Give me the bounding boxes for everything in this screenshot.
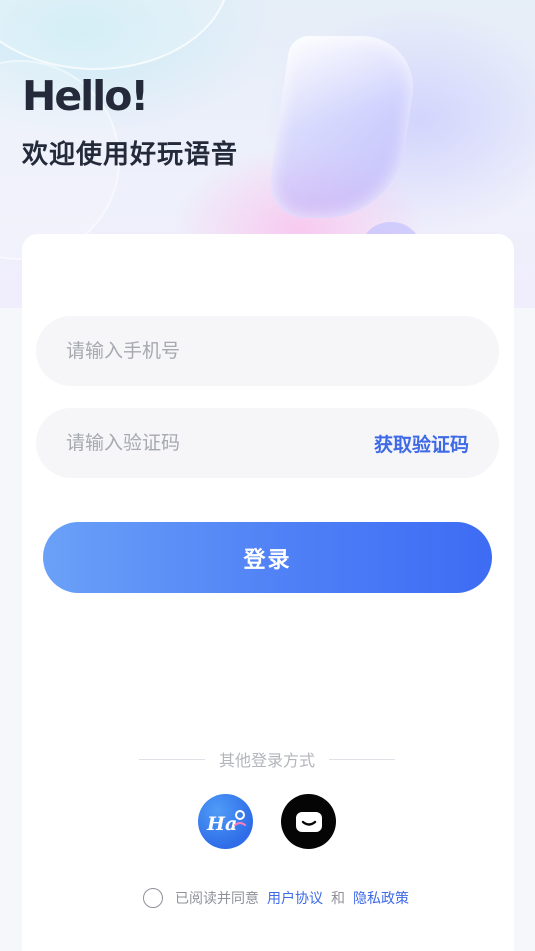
message-login-button[interactable] bbox=[281, 794, 336, 849]
login-button[interactable]: 登录 bbox=[43, 522, 492, 593]
welcome-subtitle: 欢迎使用好玩语音 bbox=[22, 140, 239, 170]
verification-code-input[interactable] bbox=[66, 432, 374, 454]
phone-field bbox=[36, 316, 499, 386]
message-bubble-icon bbox=[295, 811, 322, 832]
svg-text:Ha: Ha bbox=[206, 813, 237, 835]
other-login-title: 其他登录方式 bbox=[218, 751, 315, 770]
code-field: 获取验证码 bbox=[36, 408, 499, 478]
privacy-policy-link[interactable]: 隐私政策 bbox=[353, 888, 409, 908]
agreement-and: 和 bbox=[331, 891, 345, 907]
greeting-title: Hello! bbox=[22, 72, 149, 120]
agreement-checkbox[interactable] bbox=[143, 888, 163, 908]
decorative-bubble bbox=[0, 0, 230, 70]
login-card: 获取验证码 登录 其他登录方式 Ha 已阅读并同意 用户协议 和 bbox=[22, 234, 514, 951]
get-code-button[interactable]: 获取验证码 bbox=[374, 430, 469, 457]
hao-app-icon: Ha bbox=[206, 809, 246, 835]
divider-line bbox=[138, 758, 205, 760]
phone-input[interactable] bbox=[66, 340, 469, 362]
decorative-glass-shape bbox=[265, 36, 421, 218]
agreement-row: 已阅读并同意 用户协议 和 隐私政策 bbox=[143, 886, 409, 910]
divider-line bbox=[329, 758, 395, 760]
login-screen: Hello! 欢迎使用好玩语音 获取验证码 登录 其他登录方式 Ha bbox=[0, 0, 535, 951]
user-agreement-link[interactable]: 用户协议 bbox=[267, 888, 323, 908]
hao-login-button[interactable]: Ha bbox=[198, 794, 253, 849]
agreement-prefix: 已阅读并同意 bbox=[175, 891, 259, 907]
other-login-divider: 其他登录方式 bbox=[132, 748, 402, 770]
